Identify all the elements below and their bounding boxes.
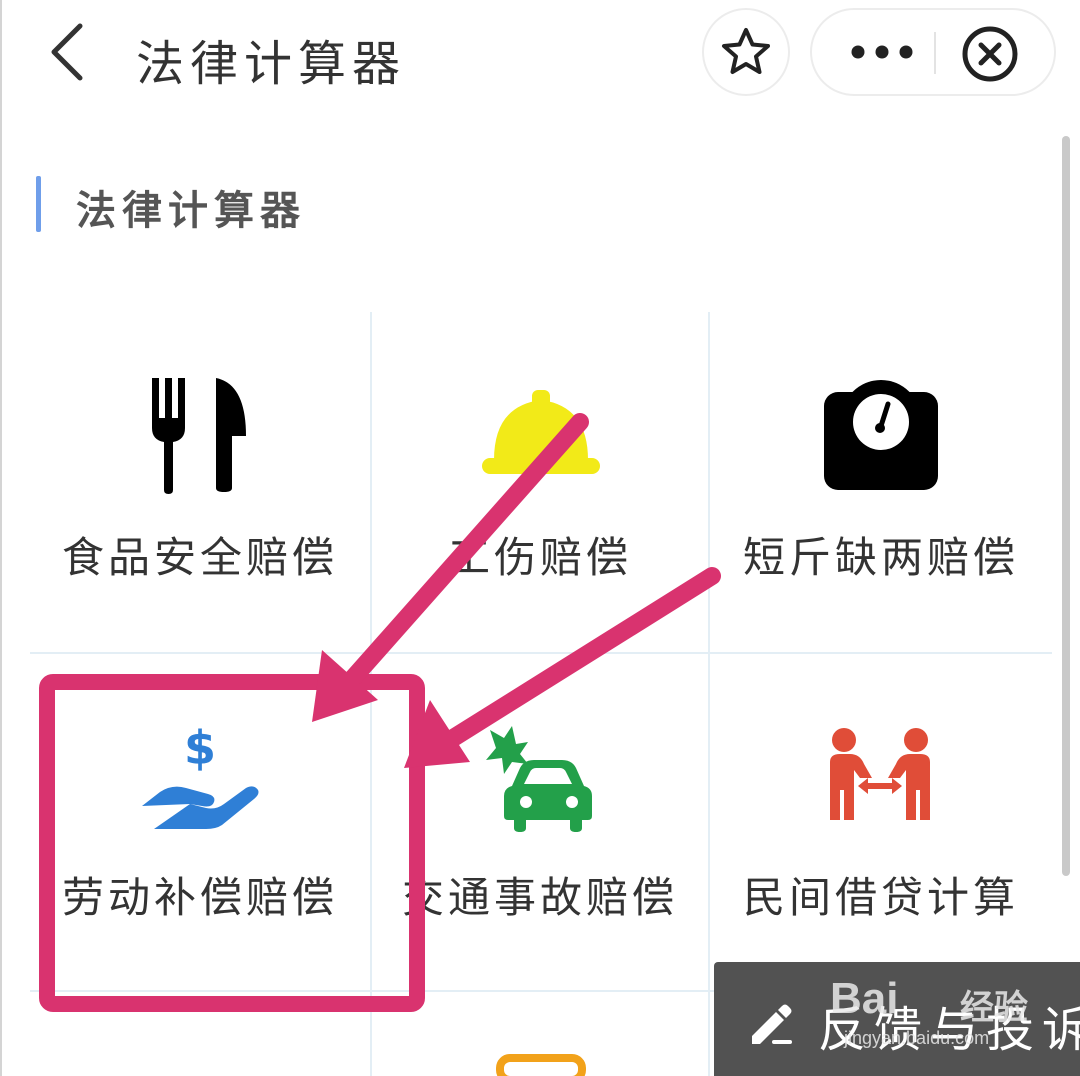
- section-title: 法律计算器: [76, 188, 306, 234]
- calculator-item-food-safety[interactable]: 食品安全赔偿: [30, 314, 370, 652]
- chevron-left-icon: [51, 23, 83, 81]
- svg-text:$: $: [184, 721, 216, 775]
- hard-hat-icon: [482, 390, 600, 474]
- calculator-label: 工伤赔偿: [447, 533, 632, 582]
- scale-icon: [824, 380, 938, 490]
- document-icon: [496, 1054, 586, 1076]
- calculator-item-traffic-accident[interactable]: 交通事故赔偿: [372, 654, 708, 990]
- calculator-label: 短斤缺两赔偿: [742, 533, 1019, 582]
- calculator-item-labor-compensation[interactable]: $ 劳动补偿赔偿: [30, 654, 370, 990]
- more-button[interactable]: [832, 10, 932, 94]
- calculator-item-partial[interactable]: [372, 992, 708, 1076]
- menu-capsule: [810, 8, 1056, 96]
- favorite-button[interactable]: [702, 8, 790, 96]
- page: 法律计算器 法律计算器 食品安全赔偿 工伤赔偿 短斤缺两赔偿 $ 劳动补偿赔偿 …: [0, 0, 1080, 1076]
- calculator-item-private-lending[interactable]: 民间借贷计算: [710, 654, 1052, 990]
- close-circle-icon: [962, 26, 1018, 82]
- hand-dollar-icon: $: [142, 721, 259, 829]
- calculator-item-short-weight[interactable]: 短斤缺两赔偿: [710, 314, 1052, 652]
- section-marker: [36, 176, 41, 232]
- close-button[interactable]: [960, 24, 1020, 84]
- baidu-jingyan-watermark: Bai 经验 jingyan.baidu.com: [822, 966, 1072, 1058]
- calculator-item-work-injury[interactable]: 工伤赔偿: [372, 314, 708, 652]
- watermark-product: 经验: [960, 988, 1028, 1028]
- people-exchange-icon: [830, 728, 930, 820]
- watermark-brand: Bai: [830, 974, 899, 1023]
- scrollbar[interactable]: [1062, 136, 1070, 876]
- more-dots-icon: [851, 45, 913, 59]
- watermark-url: jingyan.baidu.com: [844, 1028, 990, 1048]
- star-icon: [722, 28, 770, 74]
- calculator-label: 交通事故赔偿: [401, 873, 678, 922]
- page-title: 法律计算器: [136, 36, 407, 92]
- calculator-label: 民间借贷计算: [742, 873, 1019, 922]
- window-edge: [0, 0, 2, 1076]
- pencil-icon: [752, 1004, 792, 1044]
- fork-knife-icon: [152, 378, 246, 494]
- capsule-divider: [934, 32, 936, 74]
- car-crash-icon: [486, 726, 592, 832]
- calculator-label: 劳动补偿赔偿: [61, 873, 338, 922]
- calculator-label: 食品安全赔偿: [61, 533, 338, 582]
- back-button[interactable]: [40, 20, 100, 84]
